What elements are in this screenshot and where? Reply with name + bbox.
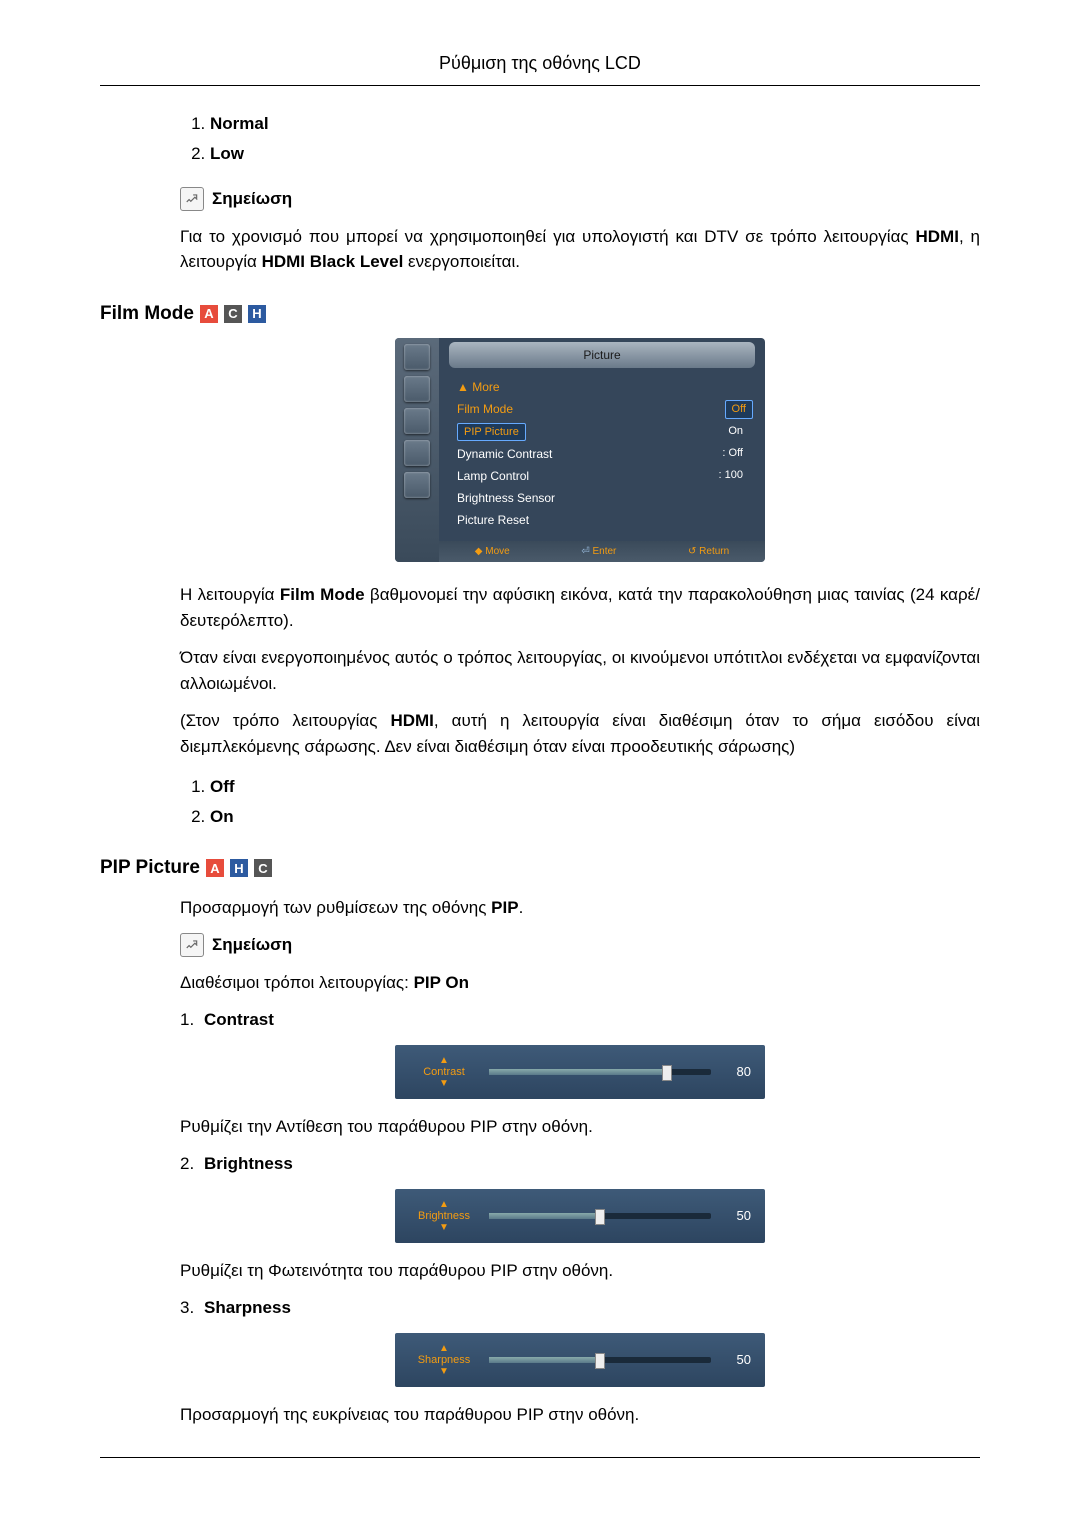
slider-label: Contrast — [423, 1066, 465, 1078]
osd-side-icon — [404, 408, 430, 434]
pip-item-desc: Ρυθμίζει τη Φωτεινότητα του παράθυρου PI… — [180, 1258, 980, 1284]
content: Normal Low Σημείωση Για το χρονισμό που … — [180, 111, 980, 275]
badge-c-icon: C — [254, 859, 272, 877]
pip-item-desc: Ρυθμίζει την Αντίθεση του παράθυρου PIP … — [180, 1114, 980, 1140]
slider-contrast[interactable]: ▲Contrast▼ 80 — [395, 1045, 765, 1099]
osd-side-icon — [404, 472, 430, 498]
osd-item-dynamic-contrast[interactable]: Dynamic Contrast : Off — [457, 443, 753, 465]
slider-label: Sharpness — [418, 1354, 471, 1366]
osd-side-icon — [404, 440, 430, 466]
pip-item-name: Contrast — [204, 1010, 274, 1029]
osd-side-icon — [404, 376, 430, 402]
slider-thumb[interactable] — [595, 1353, 605, 1369]
page-bottom-rule — [100, 1457, 980, 1458]
film-mode-on: On — [210, 807, 234, 826]
film-mode-heading: Film Mode A C H — [100, 300, 980, 329]
badge-a-icon: A — [200, 305, 218, 323]
note: Σημείωση — [180, 932, 980, 958]
hdmi-level-normal: Normal — [210, 114, 269, 133]
pip-item-name: Sharpness — [204, 1298, 291, 1317]
slider-brightness[interactable]: ▲Brightness▼ 50 — [395, 1189, 765, 1243]
badge-h-icon: H — [248, 305, 266, 323]
slider-track[interactable] — [489, 1213, 711, 1219]
hdmi-level-low: Low — [210, 144, 244, 163]
film-mode-desc-1: Η λειτουργία Film Mode βαθμονομεί την αφ… — [180, 582, 980, 633]
badge-c-icon: C — [224, 305, 242, 323]
film-mode-list: Off On — [180, 774, 980, 829]
osd-side-icons — [395, 338, 439, 562]
pip-modes: Διαθέσιμοι τρόποι λειτουργίας: PIP On — [180, 970, 980, 996]
badge-a-icon: A — [206, 859, 224, 877]
film-mode-desc-2: Όταν είναι ενεργοποιημένος αυτός ο τρόπο… — [180, 645, 980, 696]
hdmi-level-list: Normal Low — [180, 111, 980, 166]
note-icon — [180, 187, 204, 211]
slider-label: Brightness — [418, 1210, 470, 1222]
page-top-rule — [100, 85, 980, 86]
slider-value: 80 — [721, 1062, 751, 1082]
slider-value: 50 — [721, 1206, 751, 1226]
slider-sharpness[interactable]: ▲Sharpness▼ 50 — [395, 1333, 765, 1387]
osd-item-brightness-sensor[interactable]: Brightness Sensor — [457, 487, 753, 509]
arrow-up-icon: ▲ — [439, 1343, 449, 1354]
pip-item-desc: Προσαρμογή της ευκρίνειας του παράθυρου … — [180, 1402, 980, 1428]
film-mode-off: Off — [210, 777, 235, 796]
pip-picture-heading: PIP Picture A H C — [100, 854, 980, 883]
note: Σημείωση — [180, 186, 980, 212]
slider-track[interactable] — [489, 1357, 711, 1363]
pip-item-name: Brightness — [204, 1154, 293, 1173]
osd-title: Picture — [449, 342, 755, 368]
slider-track[interactable] — [489, 1069, 711, 1075]
slider-value: 50 — [721, 1350, 751, 1370]
arrow-down-icon: ▼ — [439, 1078, 449, 1089]
badge-h-icon: H — [230, 859, 248, 877]
arrow-up-icon: ▲ — [439, 1055, 449, 1066]
arrow-down-icon: ▼ — [439, 1366, 449, 1377]
note-label: Σημείωση — [212, 932, 292, 958]
note-icon — [180, 933, 204, 957]
film-mode-desc-3: (Στον τρόπο λειτουργίας HDMI, αυτή η λει… — [180, 708, 980, 759]
osd-item-film-mode[interactable]: Film Mode Off — [457, 398, 753, 421]
osd-item-pip-picture[interactable]: PIP Picture On — [457, 421, 753, 444]
osd-item-picture-reset[interactable]: Picture Reset — [457, 509, 753, 531]
page-title: Ρύθμιση της οθόνης LCD — [100, 50, 980, 77]
slider-thumb[interactable] — [662, 1065, 672, 1081]
arrow-up-icon: ▲ — [439, 1199, 449, 1210]
slider-thumb[interactable] — [595, 1209, 605, 1225]
arrow-down-icon: ▼ — [439, 1222, 449, 1233]
osd-picture-menu: Picture ▲ More Film Mode Off PIP Picture… — [395, 338, 765, 562]
pip-intro: Προσαρμογή των ρυθμίσεων της οθόνης PIP. — [180, 895, 980, 921]
osd-footer: ◆ Move ⏎ Enter ↺ Return — [439, 541, 765, 562]
osd-item-lamp-control[interactable]: Lamp Control : 100 — [457, 465, 753, 487]
note-label: Σημείωση — [212, 186, 292, 212]
hdmi-note-text: Για το χρονισμό που μπορεί να χρησιμοποι… — [180, 224, 980, 275]
osd-side-icon — [404, 344, 430, 370]
